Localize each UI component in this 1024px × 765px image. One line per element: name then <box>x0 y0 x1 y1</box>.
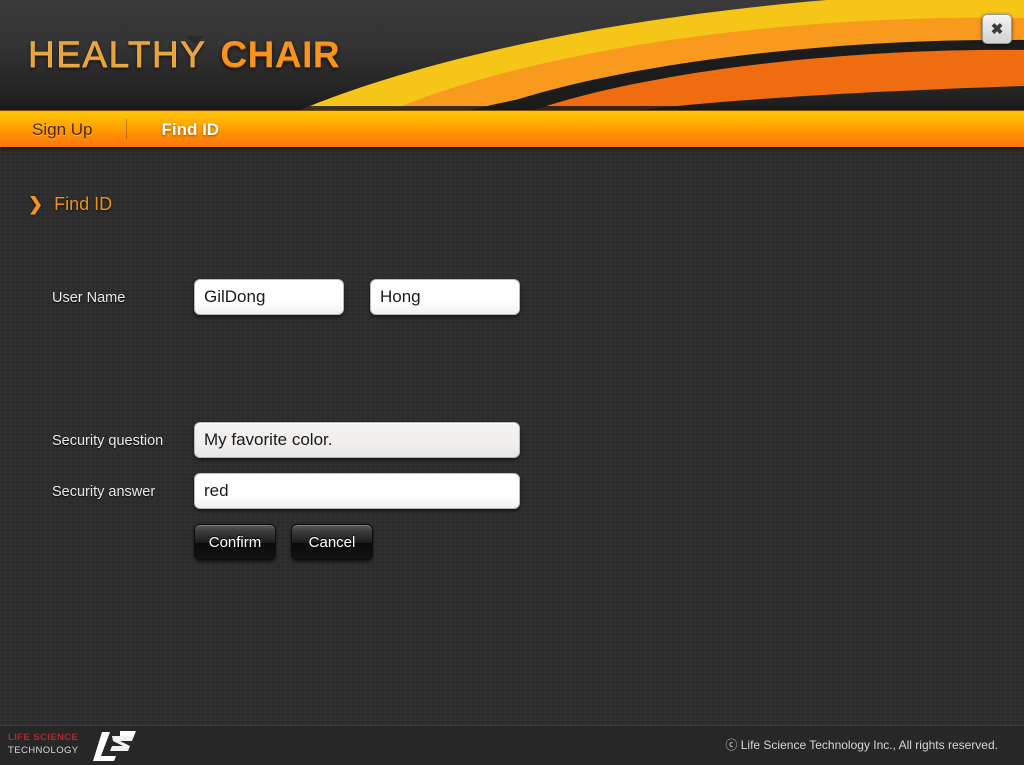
chevron-right-icon: ❯ <box>28 194 44 214</box>
lst-monogram-icon <box>93 731 136 761</box>
main-navigation-bar: Sign Up Find ID <box>0 110 1024 147</box>
label-security-answer: Security answer <box>52 484 156 500</box>
application-window: HEALTHY CHAIR ✖ Sign Up Find ID ❯ Find ID… <box>0 0 1024 765</box>
confirm-button[interactable]: Confirm <box>194 524 276 560</box>
nav-tab-sign-up[interactable]: Sign Up <box>28 121 96 138</box>
copyright-text: ⓒ Life Science Technology Inc., All righ… <box>725 738 998 752</box>
close-icon: ✖ <box>990 20 1004 38</box>
company-logo-line-2: TECHNOLOGY <box>8 745 79 756</box>
nav-tab-find-id[interactable]: Find ID <box>157 121 223 138</box>
app-footer: LIFE SCIENCE TECHNOLOGY ⓒ Life Science T… <box>0 726 1024 765</box>
company-logo: LIFE SCIENCE TECHNOLOGY <box>8 731 138 762</box>
cancel-button[interactable]: Cancel <box>291 524 373 560</box>
logo-text-healthy: HEALTHY <box>28 34 207 75</box>
logo-text-chair: CHAIR <box>220 34 341 75</box>
first-name-input[interactable] <box>194 279 344 315</box>
close-window-button[interactable]: ✖ <box>982 14 1012 44</box>
security-answer-input[interactable] <box>194 473 520 509</box>
nav-divider <box>126 119 128 139</box>
label-user-name: User Name <box>52 290 126 306</box>
app-header: HEALTHY CHAIR <box>0 0 1024 110</box>
last-name-input[interactable] <box>370 279 520 315</box>
active-tab-pointer <box>186 36 204 45</box>
security-question-input[interactable] <box>194 422 520 458</box>
company-logo-line-1: LIFE SCIENCE <box>8 732 79 743</box>
label-security-question: Security question <box>52 433 164 449</box>
page-title: ❯ Find ID <box>28 195 112 213</box>
page-title-text: Find ID <box>54 194 113 214</box>
content-area: ❯ Find ID User Name Security question Se… <box>0 147 1024 725</box>
app-logo: HEALTHY CHAIR <box>28 34 341 75</box>
